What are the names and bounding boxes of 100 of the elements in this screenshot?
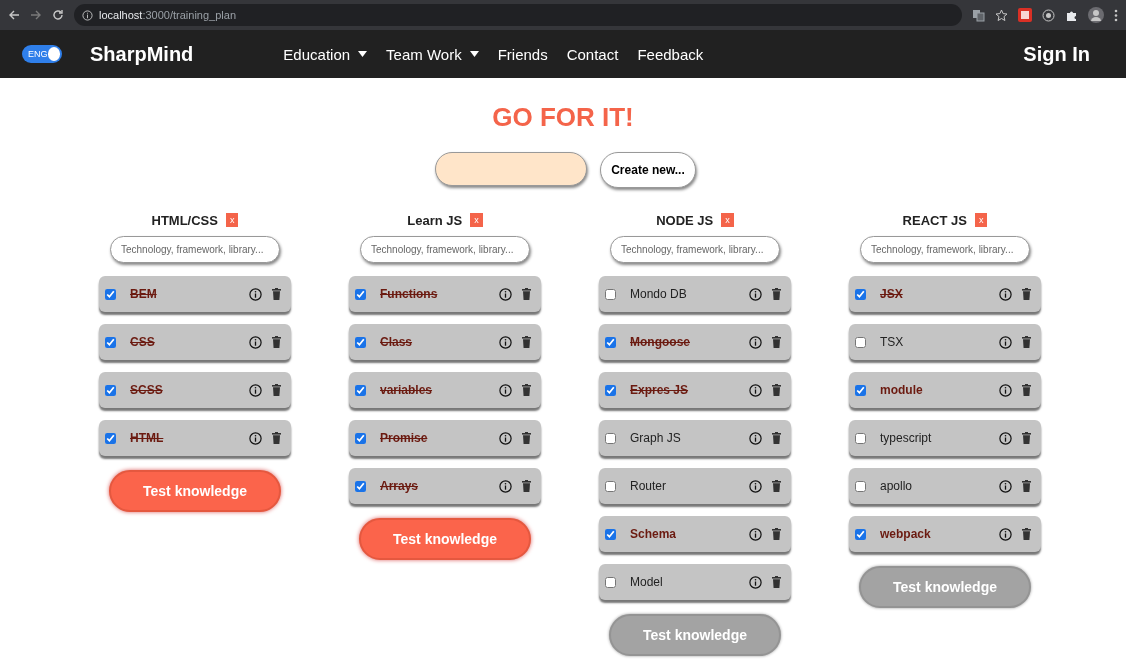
info-icon[interactable] [249, 335, 262, 349]
done-checkbox[interactable] [605, 384, 616, 396]
done-checkbox[interactable] [855, 384, 866, 396]
trash-icon[interactable] [1022, 528, 1031, 540]
done-checkbox[interactable] [855, 336, 866, 348]
add-item-field[interactable]: Technology, framework, library... [110, 236, 280, 263]
info-icon[interactable] [499, 431, 512, 445]
info-icon[interactable] [749, 575, 762, 589]
item-label: Arrays [380, 479, 420, 493]
star-icon[interactable] [995, 8, 1008, 22]
trash-icon[interactable] [772, 480, 781, 492]
info-icon[interactable] [499, 287, 512, 301]
nav-link[interactable]: Team Work [386, 45, 479, 63]
done-checkbox[interactable] [355, 288, 366, 300]
trash-icon[interactable] [1022, 288, 1031, 300]
done-checkbox[interactable] [105, 384, 116, 396]
create-button[interactable]: Create new... [600, 152, 696, 188]
extension-icon[interactable] [1018, 8, 1032, 22]
info-icon[interactable] [749, 431, 762, 445]
trash-icon[interactable] [522, 336, 531, 348]
record-icon[interactable] [1042, 8, 1055, 22]
item-label: CSS [130, 335, 156, 349]
page-heading: GO FOR IT! [491, 102, 635, 132]
info-icon[interactable] [999, 335, 1012, 349]
done-checkbox[interactable] [605, 288, 616, 300]
item-label: TSX [880, 335, 905, 349]
language-toggle[interactable]: ENG [22, 45, 62, 63]
item-label: Class [380, 335, 414, 349]
done-checkbox[interactable] [605, 432, 616, 444]
add-item-field[interactable]: Technology, framework, library... [610, 236, 780, 263]
done-checkbox[interactable] [355, 384, 366, 396]
trash-icon[interactable] [1022, 480, 1031, 492]
reload-icon[interactable] [52, 9, 64, 21]
trash-icon[interactable] [522, 480, 531, 492]
info-icon[interactable] [749, 479, 762, 493]
item-label: variables [380, 383, 434, 397]
item-label: webpack [880, 527, 932, 541]
info-icon[interactable] [249, 431, 262, 445]
done-checkbox[interactable] [355, 432, 366, 444]
done-checkbox[interactable] [355, 336, 366, 348]
trash-icon[interactable] [1022, 336, 1031, 348]
done-checkbox[interactable] [855, 480, 866, 492]
info-icon[interactable] [249, 383, 262, 397]
brand-name[interactable]: SharpMind [90, 42, 194, 66]
back-icon[interactable] [8, 9, 20, 21]
nav-link[interactable]: Friends [497, 45, 548, 63]
trash-icon[interactable] [772, 528, 781, 540]
trash-icon[interactable] [522, 384, 531, 396]
info-icon[interactable] [999, 287, 1012, 301]
plan-name-field[interactable] [435, 152, 587, 186]
nav-link[interactable]: Contact [566, 45, 619, 63]
trash-icon[interactable] [772, 336, 781, 348]
done-checkbox[interactable] [355, 480, 366, 492]
done-checkbox[interactable] [105, 288, 116, 300]
done-checkbox[interactable] [605, 480, 616, 492]
trash-icon[interactable] [272, 432, 281, 444]
done-checkbox[interactable] [855, 288, 866, 300]
trash-icon[interactable] [272, 336, 281, 348]
info-icon[interactable] [749, 527, 762, 541]
forward-icon[interactable] [30, 9, 42, 21]
info-icon[interactable] [999, 383, 1012, 397]
info-icon[interactable] [499, 335, 512, 349]
trash-icon[interactable] [1022, 384, 1031, 396]
trash-icon[interactable] [272, 288, 281, 300]
info-icon[interactable] [749, 335, 762, 349]
info-icon[interactable] [749, 383, 762, 397]
nav-link[interactable]: Feedback [637, 45, 704, 63]
address-bar[interactable]: localhost:3000/training_plan [74, 4, 962, 26]
trash-icon[interactable] [772, 432, 781, 444]
info-icon[interactable] [499, 479, 512, 493]
info-icon[interactable] [499, 383, 512, 397]
info-icon[interactable] [749, 287, 762, 301]
info-icon[interactable] [999, 527, 1012, 541]
done-checkbox[interactable] [605, 528, 616, 540]
info-icon[interactable] [999, 431, 1012, 445]
done-checkbox[interactable] [605, 336, 616, 348]
trash-icon[interactable] [522, 432, 531, 444]
add-item-field[interactable]: Technology, framework, library... [860, 236, 1030, 263]
add-item-field[interactable]: Technology, framework, library... [360, 236, 530, 263]
avatar-icon[interactable] [1088, 7, 1104, 23]
more-icon[interactable] [1114, 8, 1118, 22]
trash-icon[interactable] [522, 288, 531, 300]
sign-in-link[interactable]: Sign In [1023, 42, 1090, 66]
info-icon[interactable] [999, 479, 1012, 493]
done-checkbox[interactable] [105, 432, 116, 444]
done-checkbox[interactable] [855, 528, 866, 540]
item-label: Router [630, 479, 668, 493]
trash-icon[interactable] [272, 384, 281, 396]
item-label: Graph JS [630, 431, 682, 445]
trash-icon[interactable] [772, 384, 781, 396]
item-label: Mondo DB [630, 287, 688, 301]
trash-icon[interactable] [772, 288, 781, 300]
done-checkbox[interactable] [605, 576, 616, 588]
done-checkbox[interactable] [105, 336, 116, 348]
nav-link[interactable]: Education [283, 45, 368, 63]
trash-icon[interactable] [772, 576, 781, 588]
trash-icon[interactable] [1022, 432, 1031, 444]
item-label: Expres JS [630, 383, 690, 397]
info-icon[interactable] [249, 287, 262, 301]
done-checkbox[interactable] [855, 432, 866, 444]
